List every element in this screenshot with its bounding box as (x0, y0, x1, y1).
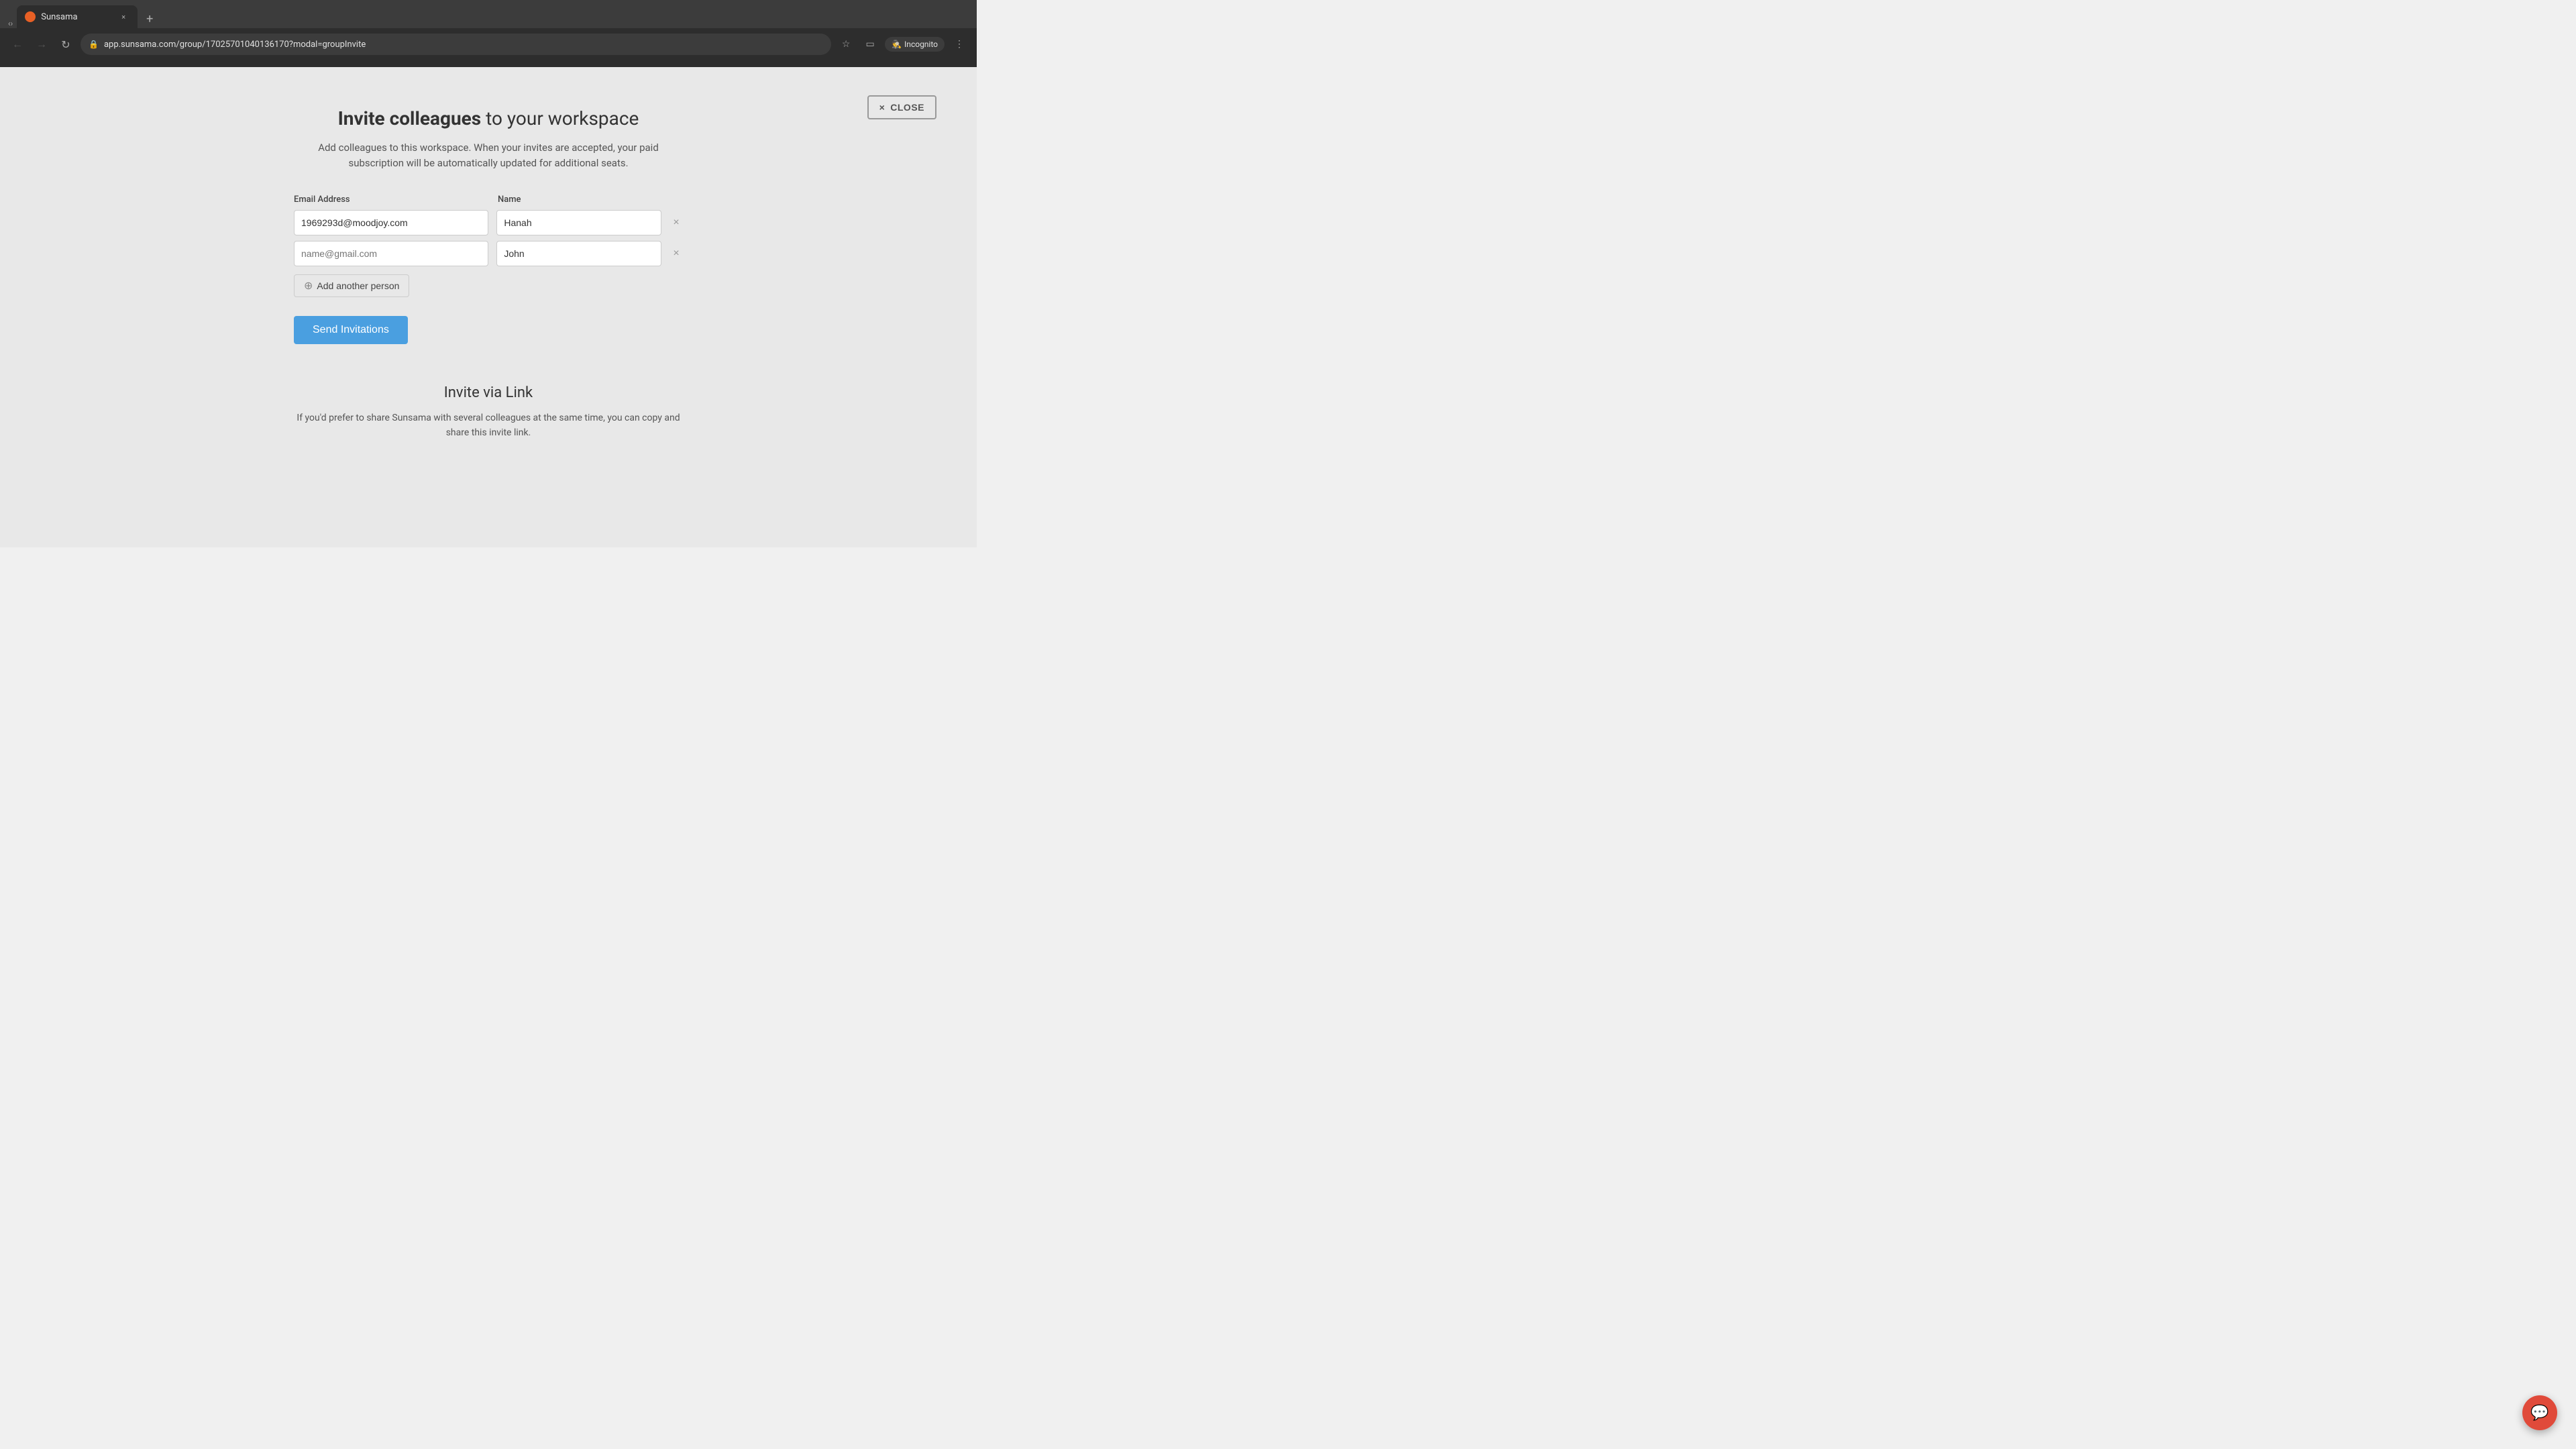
invite-row-1: × (294, 210, 683, 235)
email-input-2[interactable] (294, 241, 488, 266)
page-content: × CLOSE Invite colleagues to your worksp… (0, 67, 977, 547)
modal-title-rest: to your workspace (481, 107, 639, 129)
reload-button[interactable]: ↻ (56, 35, 75, 54)
invite-form: Email Address Name × × (294, 195, 683, 344)
address-bar-url[interactable]: app.sunsama.com/group/17025701040136170?… (104, 40, 823, 50)
email-column-header: Email Address (294, 195, 487, 205)
browser-chrome: ‹› Sunsama × + ← → ↻ 🔒 app.sunsama.com/g… (0, 0, 977, 67)
add-person-icon: ⊕ (304, 279, 313, 292)
forward-button[interactable]: → (32, 35, 51, 54)
remove-row-1-button[interactable]: × (669, 216, 683, 229)
remove-row-2-button[interactable]: × (669, 247, 683, 260)
bookmark-button[interactable]: ☆ (837, 35, 855, 54)
incognito-badge: 🕵 Incognito (885, 37, 945, 52)
modal-content: Invite colleagues to your workspace Add … (280, 67, 696, 468)
sunsama-favicon-icon (25, 11, 36, 22)
close-label: CLOSE (890, 102, 924, 113)
add-another-person-button[interactable]: ⊕ Add another person (294, 274, 409, 297)
tab-nav-left[interactable]: ‹› (4, 19, 17, 28)
invite-via-link-section: Invite via Link If you'd prefer to share… (294, 384, 683, 441)
address-bar[interactable]: 🔒 app.sunsama.com/group/1702570104013617… (80, 34, 831, 55)
incognito-icon: 🕵 (892, 40, 902, 49)
modal-subtitle: Add colleagues to this workspace. When y… (294, 140, 683, 170)
name-input-2[interactable] (496, 241, 661, 266)
back-button[interactable]: ← (8, 35, 27, 54)
incognito-label: Incognito (904, 40, 938, 49)
name-column-header: Name (498, 195, 659, 205)
form-headers: Email Address Name (294, 195, 683, 205)
add-person-label: Add another person (317, 280, 399, 291)
sidebar-button[interactable]: ▭ (861, 35, 879, 54)
lock-icon: 🔒 (89, 40, 99, 49)
browser-tabs-bar: ‹› Sunsama × + (0, 0, 977, 28)
modal-title-bold: Invite colleagues (338, 107, 482, 129)
more-menu-button[interactable]: ⋮ (950, 35, 969, 54)
email-input-1[interactable] (294, 210, 488, 235)
browser-tab-sunsama[interactable]: Sunsama × (17, 5, 138, 28)
nav-right-controls: ☆ ▭ 🕵 Incognito ⋮ (837, 35, 969, 54)
close-modal-button[interactable]: × CLOSE (867, 95, 936, 119)
modal-title: Invite colleagues to your workspace (294, 107, 683, 129)
invite-link-subtitle: If you'd prefer to share Sunsama with se… (294, 411, 683, 441)
close-x-icon: × (879, 102, 885, 113)
invite-row-2-inner (294, 241, 661, 266)
browser-nav-bar: ← → ↻ 🔒 app.sunsama.com/group/1702570104… (0, 28, 977, 60)
invite-link-title: Invite via Link (294, 384, 683, 401)
send-invitations-button[interactable]: Send Invitations (294, 316, 408, 344)
tab-close-button[interactable]: × (117, 11, 129, 23)
invite-row-2: × (294, 241, 683, 266)
invite-row-1-inner (294, 210, 661, 235)
new-tab-button[interactable]: + (140, 9, 159, 28)
tab-label: Sunsama (41, 12, 112, 22)
name-input-1[interactable] (496, 210, 661, 235)
